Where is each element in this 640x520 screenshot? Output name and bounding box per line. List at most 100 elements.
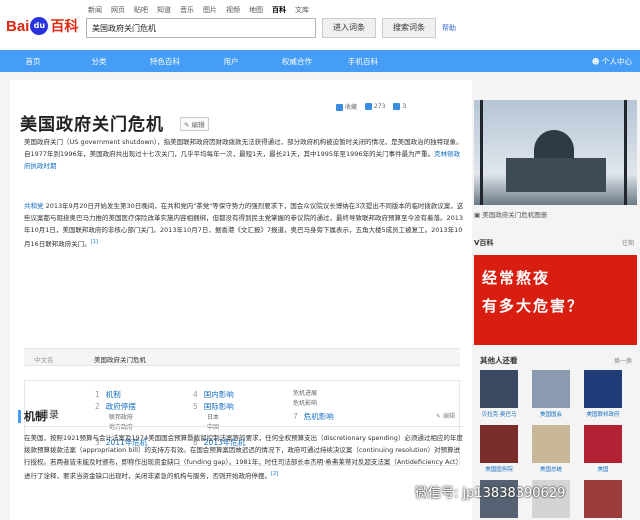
toc-item[interactable]: 1 机制 xyxy=(95,389,147,401)
search-input[interactable] xyxy=(86,18,316,38)
help-link[interactable]: 帮助 xyxy=(442,23,456,33)
share-button[interactable]: 3 xyxy=(393,103,406,110)
section-paragraph: 在美国，按照1921预算与会计法案及1974美国国会预算暨截留控制法案等的要求，… xyxy=(24,432,464,482)
channel-link[interactable]: 网页 xyxy=(111,5,125,15)
logo-bai-text: Bai xyxy=(6,17,30,35)
nav-mobile[interactable]: 手机百科 xyxy=(330,56,396,67)
capitol-image[interactable] xyxy=(474,100,637,205)
refresh-link[interactable]: 换一换 xyxy=(614,356,632,365)
related-thumbnail[interactable] xyxy=(480,370,518,408)
intro-text: 美国政府关门（US government shutdown），指美国联邦政府因财… xyxy=(24,138,463,158)
main-nav: 首页 分类 特色百科 用户 权威合作 手机百科 ☻ 个人中心 xyxy=(0,50,640,72)
channel-link[interactable]: 知道 xyxy=(157,5,171,15)
section-title: 机制 xyxy=(24,410,46,423)
toc-link: 政府停摆 xyxy=(105,402,136,411)
basic-info-key: 中文名 xyxy=(34,356,54,364)
banner-line-2: 有多大危害？ xyxy=(482,297,585,315)
channel-link[interactable]: 新闻 xyxy=(88,5,102,15)
favorite-label: 收藏 xyxy=(345,104,358,111)
toc-subitem[interactable]: 日本 xyxy=(207,413,245,423)
related-caption[interactable]: 美国总统 xyxy=(531,465,571,473)
toc-num: 5 xyxy=(193,402,198,411)
nav-home[interactable]: 首页 xyxy=(0,56,66,67)
channel-link[interactable]: 音乐 xyxy=(180,5,194,15)
promo-banner[interactable]: 经常熬夜 有多大危害？ xyxy=(474,255,637,345)
edit-label: 编辑 xyxy=(191,121,205,129)
nav-featured[interactable]: 特色百科 xyxy=(132,56,198,67)
section-accent-bar xyxy=(18,410,21,423)
basic-info-row: 中文名 美国政府关门危机 xyxy=(24,348,460,366)
related-thumbnail[interactable] xyxy=(532,425,570,463)
toc-item[interactable]: 4 国内影响 xyxy=(193,389,245,401)
share-count: 3 xyxy=(402,103,407,110)
related-caption[interactable]: 美国联邦政府 xyxy=(583,410,623,418)
logo-baike-text: 百科 xyxy=(50,19,79,35)
para2-link[interactable]: 共和党 xyxy=(24,202,44,210)
toc-subitem[interactable]: 危机进展 xyxy=(293,389,334,399)
star-icon xyxy=(336,104,343,111)
like-count: 273 xyxy=(374,103,386,110)
toc-item[interactable]: 5 国际影响 xyxy=(193,401,245,413)
banner-line-1: 经常熬夜 xyxy=(482,269,551,287)
related-thumbnail[interactable] xyxy=(480,425,518,463)
like-button[interactable]: 273 xyxy=(365,103,385,110)
basic-info-value: 美国政府关门危机 xyxy=(94,356,146,364)
related-thumbnail[interactable] xyxy=(584,480,622,518)
top-header: Bai du 百科 新闻 网页 贴吧 知道 音乐 图片 视频 地图 百科 文库 … xyxy=(0,0,640,50)
article-card: 美国政府关门危机 ✎ 编辑 收藏 273 3 美国政府关门（US governm… xyxy=(10,80,472,520)
toc-item[interactable]: 2 政府停摆 xyxy=(95,401,147,413)
toc-link: 国内影响 xyxy=(203,390,234,399)
toc-link: 国际影响 xyxy=(203,402,234,411)
section-edit-label: 编辑 xyxy=(442,413,455,420)
lamp-post xyxy=(480,100,483,205)
related-caption[interactable]: 贝拉克·奥巴马 xyxy=(479,410,519,418)
search-entry-button[interactable]: 搜索词条 xyxy=(382,18,436,38)
page-title: 美国政府关门危机 xyxy=(20,115,164,135)
v-baike-more-link[interactable]: 往期 xyxy=(622,238,634,247)
nav-category[interactable]: 分类 xyxy=(66,56,132,67)
favorite-button[interactable]: 收藏 xyxy=(336,102,357,111)
section-edit-button[interactable]: ✎ 编辑 xyxy=(436,411,455,420)
nav-users[interactable]: 用户 xyxy=(198,56,264,67)
toc-num: 1 xyxy=(95,390,100,399)
toc-num: 4 xyxy=(193,390,198,399)
citation[interactable]: [2] xyxy=(271,471,278,477)
related-caption[interactable]: 美国国务院 xyxy=(479,465,519,473)
right-sidebar: ▣ 美国政府关门危机图册 V百科 往期 经常熬夜 有多大危害？ 其他人还看 换一… xyxy=(474,80,640,520)
channel-link-active[interactable]: 百科 xyxy=(272,5,286,15)
related-thumbnail[interactable] xyxy=(532,370,570,408)
channel-link[interactable]: 贴吧 xyxy=(134,5,148,15)
toc-subitem[interactable]: 危机影响 xyxy=(293,399,334,409)
wechat-watermark: 微信号: jp13838390629 xyxy=(415,486,566,501)
toc-link: 危机影响 xyxy=(303,412,334,421)
user-center-link[interactable]: ☻ 个人中心 xyxy=(592,56,632,67)
channel-link[interactable]: 视频 xyxy=(226,5,240,15)
related-caption[interactable]: 美国国会 xyxy=(531,410,571,418)
related-caption[interactable]: 美国 xyxy=(583,465,623,473)
toc-item[interactable]: 7 危机影响 xyxy=(293,411,334,423)
toc-num: 7 xyxy=(293,412,298,421)
second-paragraph: 共和党 2013年9月20日开始发生第30日晚间，在共和党内"茶党"等保守势力的… xyxy=(24,200,464,250)
logo-paw-icon: du xyxy=(30,17,49,35)
toc-link: 机制 xyxy=(105,390,121,399)
related-people-title: 其他人还看 xyxy=(480,356,518,365)
enter-entry-button[interactable]: 进入词条 xyxy=(322,18,376,38)
nav-partners[interactable]: 权威合作 xyxy=(264,56,330,67)
edit-title-button[interactable]: ✎ 编辑 xyxy=(180,117,209,131)
channel-link[interactable]: 图片 xyxy=(203,5,217,15)
channel-link[interactable]: 地图 xyxy=(249,5,263,15)
toc-num: 2 xyxy=(95,402,100,411)
related-thumbnail[interactable] xyxy=(584,370,622,408)
related-thumbnail[interactable] xyxy=(584,425,622,463)
baidu-baike-logo[interactable]: Bai du 百科 xyxy=(6,16,78,36)
share-icon xyxy=(393,103,401,110)
capitol-building xyxy=(506,158,606,192)
article-actions: 收藏 273 3 xyxy=(336,102,406,111)
toc-subitem[interactable]: 联邦政府 xyxy=(109,413,147,423)
album-caption: 美国政府关门危机图册 xyxy=(482,211,548,219)
user-center-label: 个人中心 xyxy=(602,57,632,66)
capitol-dome xyxy=(534,130,574,160)
citation[interactable]: [1] xyxy=(91,239,98,245)
album-link[interactable]: ▣ 美国政府关门危机图册 xyxy=(474,205,637,221)
channel-link[interactable]: 文库 xyxy=(295,5,309,15)
